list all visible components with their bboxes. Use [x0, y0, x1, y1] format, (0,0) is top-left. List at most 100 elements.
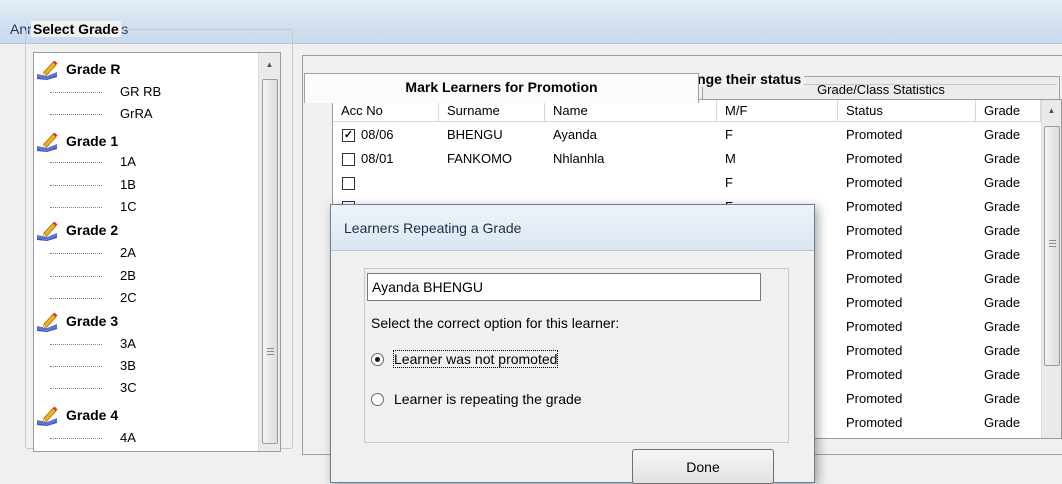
cell-text: Grade	[984, 319, 1021, 334]
column-header[interactable]: Status	[838, 100, 976, 122]
cell-grade: Grade	[976, 363, 1041, 387]
cell-text: Promoted	[846, 415, 903, 430]
tree-grade-node[interactable]: Grade 2	[34, 220, 256, 242]
tree-class-node[interactable]: 2B	[34, 265, 256, 287]
tree-class-label: 4A	[120, 430, 136, 445]
tree-grade-label: Grade 2	[66, 222, 119, 238]
cell-surname: FANKOMO	[439, 147, 545, 171]
tree-class-node[interactable]: GR RB	[34, 81, 256, 103]
column-header[interactable]: Surname	[439, 100, 545, 122]
table-row[interactable]: 08/01 FANKOMO Nhlanhla M Promoted Grade	[333, 147, 1041, 171]
tree-class-label: GR RB	[120, 84, 162, 99]
tree-class-node[interactable]: 3C	[34, 377, 256, 399]
column-header[interactable]: M/F	[717, 100, 838, 122]
cell-text: Grade	[984, 295, 1021, 310]
cell-grade: Grade	[976, 219, 1041, 243]
cell-acc-no	[333, 171, 439, 195]
tree-grade-node[interactable]: Grade 3	[34, 311, 256, 333]
grade-tree[interactable]: ▲ Grade R GR RB GrRA Grade 1 1A 1B 1C Grade 2 2A…	[33, 52, 281, 452]
cell-text: Promoted	[846, 343, 903, 358]
done-button[interactable]: Done	[632, 449, 774, 484]
cell-text: Promoted	[846, 295, 903, 310]
column-header[interactable]: Acc No	[333, 100, 439, 122]
cell-name	[545, 171, 717, 195]
cell-grade: Grade	[976, 291, 1041, 315]
learners-list-scrollbar[interactable]: ▲	[1041, 100, 1061, 438]
cell-status: Promoted	[838, 243, 976, 267]
tree-class-node[interactable]: 3B	[34, 355, 256, 377]
cell-text: Promoted	[846, 319, 903, 334]
tree-class-node[interactable]: 2C	[34, 287, 256, 309]
cell-text: M	[725, 151, 736, 166]
cell-grade: Grade	[976, 339, 1041, 363]
cell-grade: Grade	[976, 411, 1041, 435]
tree-class-label: 2A	[120, 245, 136, 260]
tree-class-node[interactable]: 3A	[34, 333, 256, 355]
table-row[interactable]: ✓ 08/06 BHENGU Ayanda F Promoted Grade	[333, 123, 1041, 147]
learners-repeating-dialog: Learners Repeating a Grade Ayanda BHENGU…	[330, 204, 815, 484]
tree-class-label: GrRA	[120, 106, 153, 121]
pencil-book-icon	[37, 221, 58, 241]
tree-connector	[50, 276, 102, 277]
tree-grade-node[interactable]: Grade 4	[34, 405, 256, 427]
tree-class-node[interactable]: 2A	[34, 242, 256, 264]
cell-text: F	[725, 127, 733, 142]
cell-text: Promoted	[846, 199, 903, 214]
cell-text: Grade	[984, 127, 1021, 142]
cell-status: Promoted	[838, 387, 976, 411]
cell-text: Grade	[984, 199, 1021, 214]
cell-grade: Grade	[976, 435, 1041, 438]
radio-selected-icon[interactable]	[371, 353, 384, 366]
tree-connector	[50, 438, 102, 439]
cell-name: Nhlanhla	[545, 147, 717, 171]
cell-text: 08/06	[361, 127, 394, 142]
tree-class-node[interactable]: GrRA	[34, 103, 256, 125]
cell-text: Grade	[984, 271, 1021, 286]
tree-class-node[interactable]: 1B	[34, 174, 256, 196]
cell-acc-no: 08/01	[333, 147, 439, 171]
cell-name: Ayanda	[545, 123, 717, 147]
tree-connector	[50, 344, 102, 345]
column-header[interactable]: Grade	[976, 100, 1041, 122]
column-header[interactable]: Name	[545, 100, 717, 122]
learners-list-scroll-thumb[interactable]	[1044, 126, 1060, 366]
cell-mf: F	[717, 171, 838, 195]
grade-tree-scroll-thumb[interactable]	[262, 79, 278, 444]
tree-connector	[50, 298, 102, 299]
tree-class-label: 3C	[120, 380, 137, 395]
cell-surname	[439, 171, 545, 195]
radio-unselected-icon[interactable]	[371, 393, 384, 406]
tree-grade-node[interactable]: Grade R	[34, 59, 256, 81]
cell-mf: F	[717, 123, 838, 147]
tree-grade-label: Grade 4	[66, 407, 119, 423]
cell-grade: Grade	[976, 243, 1041, 267]
grade-tree-scrollbar[interactable]: ▲	[258, 53, 280, 451]
tree-connector	[50, 366, 102, 367]
cell-status: Promoted	[838, 339, 976, 363]
scroll-up-arrow-icon[interactable]: ▲	[259, 56, 280, 74]
cell-surname: BHENGU	[439, 123, 545, 147]
cell-status: Promoted	[838, 291, 976, 315]
tree-class-node[interactable]: 1C	[34, 196, 256, 218]
cell-grade: Grade	[976, 315, 1041, 339]
cell-status: Promoted	[838, 363, 976, 387]
scroll-up-arrow-icon[interactable]: ▲	[1042, 102, 1061, 120]
cell-mf: M	[717, 147, 838, 171]
cell-grade: Grade	[976, 171, 1041, 195]
select-grade-label: Select Grade	[31, 21, 121, 37]
cell-text: Promoted	[846, 391, 903, 406]
tree-connector	[50, 162, 102, 163]
learner-name-field[interactable]: Ayanda BHENGU	[367, 273, 761, 301]
cell-status: Promoted	[838, 435, 976, 438]
tree-grade-node[interactable]: Grade 1	[34, 131, 256, 153]
tree-grade-label: Grade R	[66, 61, 121, 77]
cell-text: Promoted	[846, 247, 903, 262]
dialog-prompt: Select the correct option for this learn…	[371, 315, 620, 331]
tab-mark-learners[interactable]: Mark Learners for Promotion	[304, 73, 699, 103]
table-row[interactable]: F Promoted Grade	[333, 171, 1041, 195]
tree-class-node[interactable]: 1A	[34, 151, 256, 173]
cell-grade: Grade	[976, 147, 1041, 171]
tree-class-label: 1C	[120, 199, 137, 214]
tree-class-node[interactable]: 4A	[34, 427, 256, 449]
cell-text: Grade	[984, 415, 1021, 430]
